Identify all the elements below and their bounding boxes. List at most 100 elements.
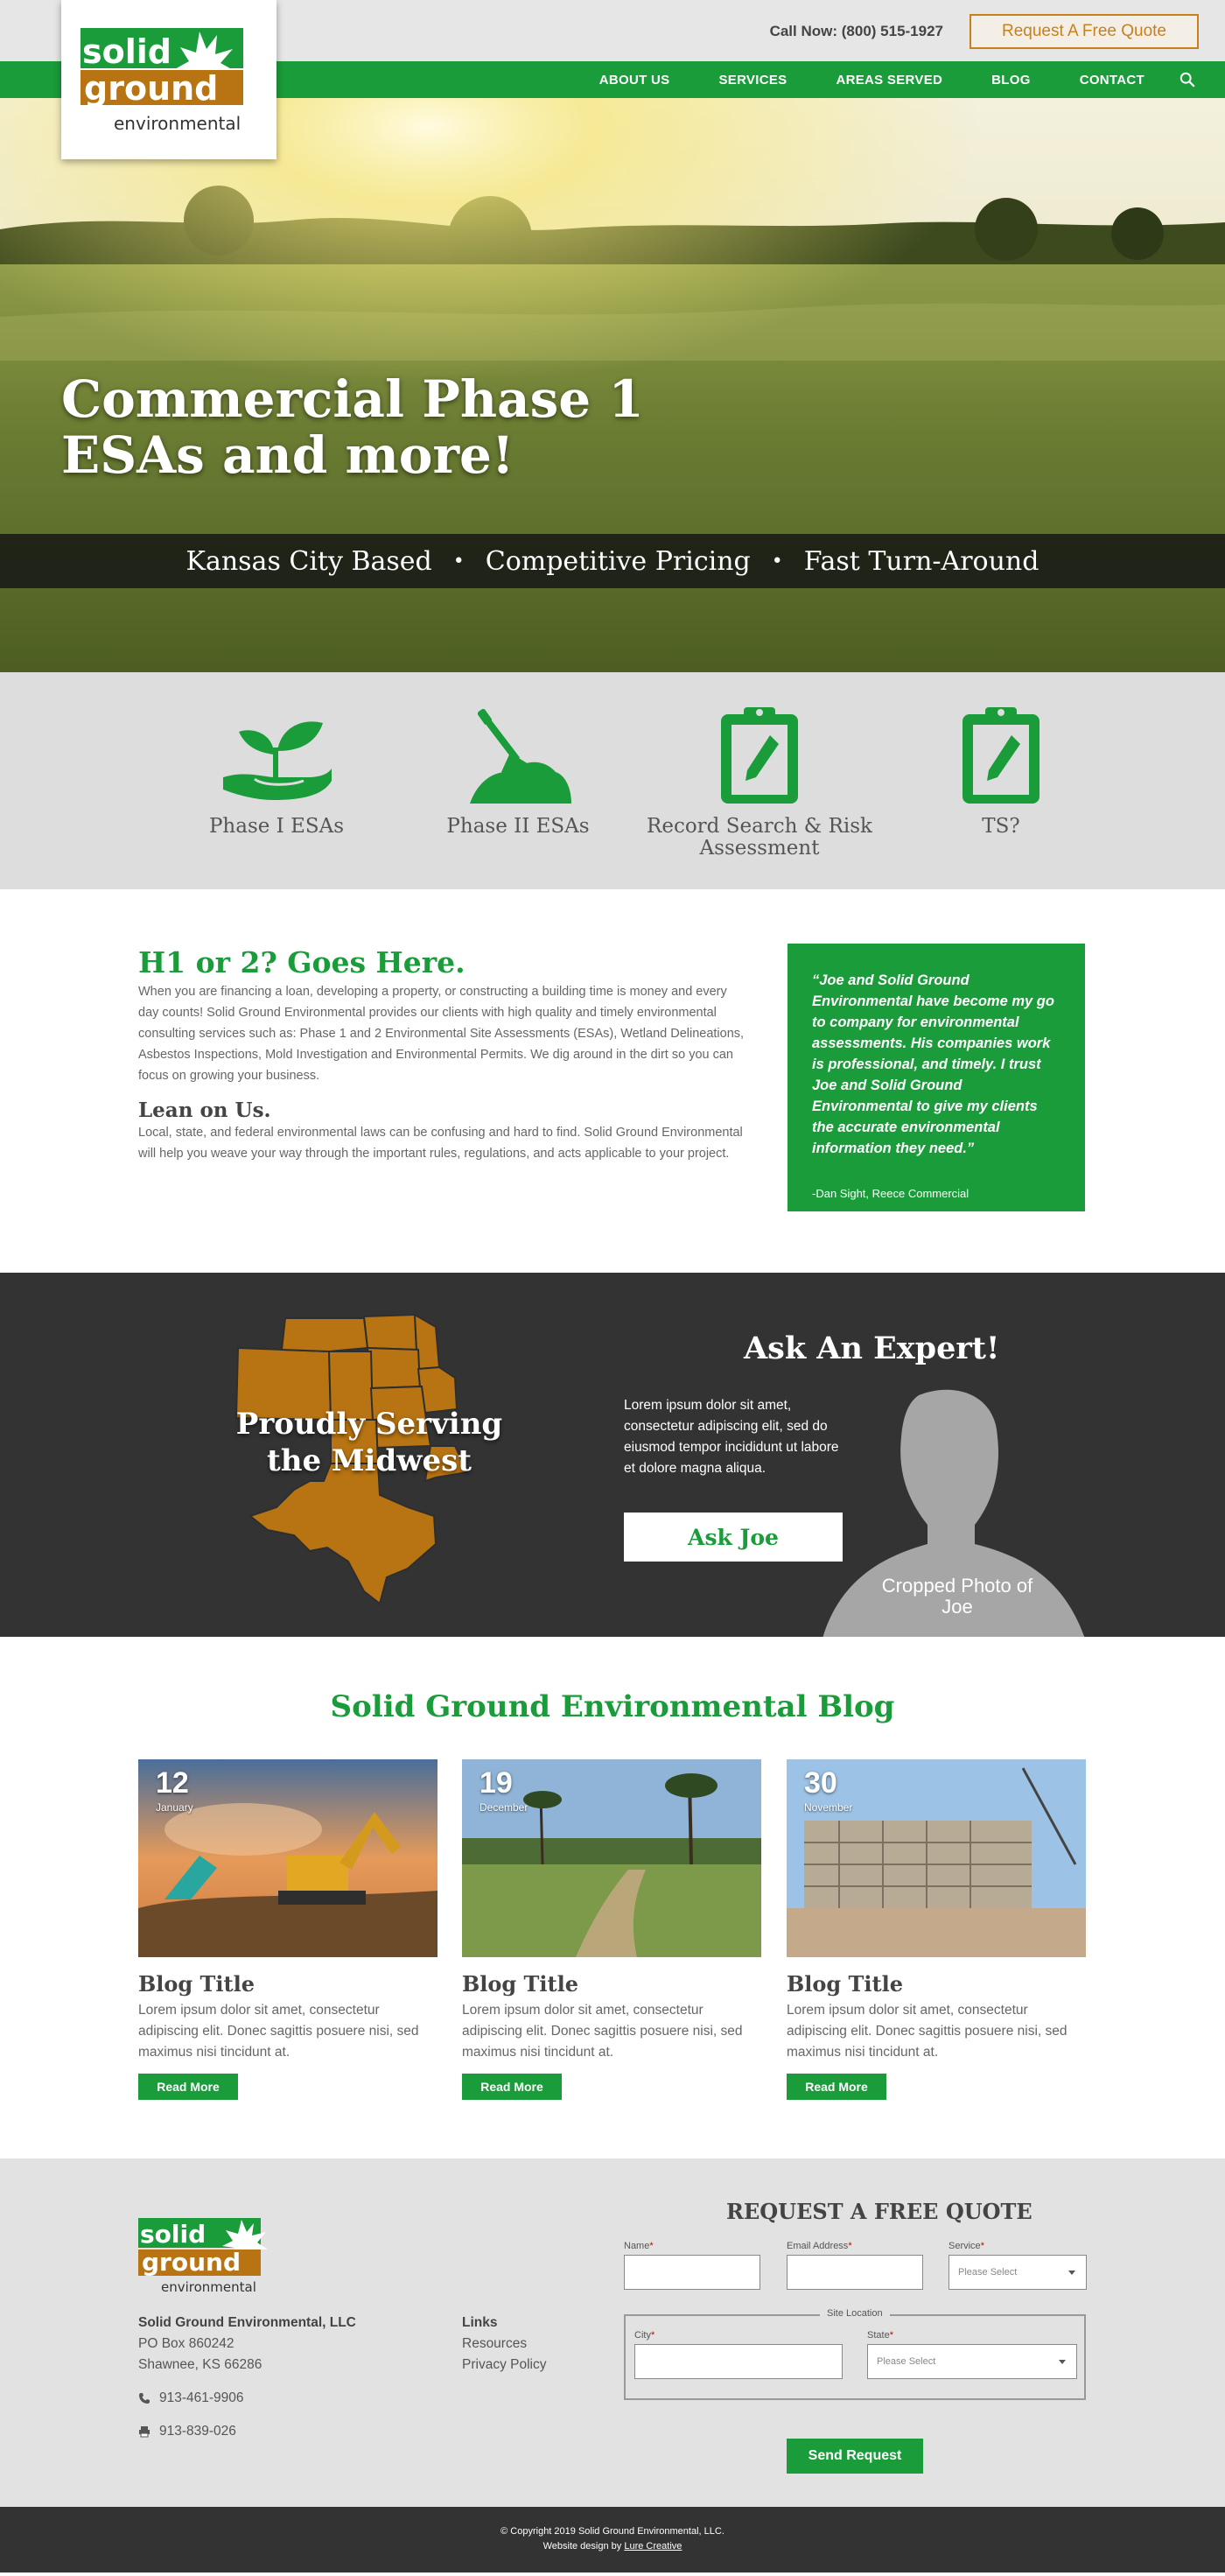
svg-text:solid: solid (140, 2220, 206, 2249)
highlight-kansas-city: Kansas City Based (186, 545, 432, 577)
service-record-search[interactable]: Record Search & Risk Assessment (639, 672, 880, 889)
main-nav: ABOUT US SERVICES AREAS SERVED BLOG CONT… (550, 61, 1144, 98)
quote-form-title: REQUEST A FREE QUOTE (726, 2199, 1032, 2224)
highlight-turnaround: Fast Turn-Around (803, 545, 1040, 577)
service-label: TS? (982, 815, 1020, 838)
address-line-2: Shawnee, KS 66286 (138, 2357, 262, 2372)
post-month: November (804, 1801, 853, 1814)
ask-expert-text: Lorem ipsum dolor sit amet, consectetur … (624, 1398, 839, 1476)
logo-mark: solid ground environmental (80, 28, 243, 134)
phone-contact[interactable]: 913-461-9906 (138, 2388, 356, 2409)
post-month: December (480, 1801, 528, 1814)
blog-heading: Solid Ground Environmental Blog (330, 1689, 895, 1724)
highlight-pricing: Competitive Pricing (485, 545, 751, 577)
copyright-text: © Copyright 2019 Solid Ground Environmen… (500, 2526, 724, 2537)
blog-post: 30 November Blog Title Lorem ipsum dolor… (787, 1759, 1086, 2100)
service-ts[interactable]: TS? (880, 672, 1122, 889)
email-label: Email Address* (787, 2241, 852, 2251)
separator-dot: • (452, 550, 465, 572)
lean-on-us-heading: Lean on Us. (138, 1098, 271, 1122)
service-select[interactable]: Please Select (948, 2255, 1087, 2290)
post-excerpt: Lorem ipsum dolor sit amet, consectetur … (138, 2003, 419, 2060)
photo-caption: Cropped Photo of Joe (881, 1575, 1033, 1618)
read-more-button[interactable]: Read More (462, 2074, 562, 2100)
site-logo[interactable]: solid ground environmental (61, 0, 276, 159)
hero-banner: Commercial Phase 1 ESAs and more! Kansas… (0, 98, 1225, 672)
intro-copy: H1 or 2? Goes Here. When you are financi… (138, 945, 747, 1164)
site-header: Call Now: (800) 515-1927 Request A Free … (0, 0, 1225, 159)
service-phase-1[interactable]: Phase I ESAs (156, 672, 397, 889)
name-label: Name* (624, 2241, 654, 2251)
company-name: Solid Ground Environmental, LLC (138, 2315, 356, 2330)
testimonial-author: -Dan Sight, Reece Commercial (812, 1187, 970, 1200)
city-input[interactable] (634, 2344, 843, 2379)
blog-post-image[interactable]: 12 January (138, 1759, 438, 1957)
nav-about-us[interactable]: ABOUT US (599, 73, 670, 88)
ask-joe-button[interactable]: Ask Joe (624, 1513, 843, 1562)
state-select[interactable]: Please Select (867, 2344, 1077, 2379)
blog-post-image[interactable]: 30 November (787, 1759, 1086, 1957)
email-input[interactable] (787, 2255, 923, 2290)
seedling-hand-icon (223, 721, 332, 800)
design-credit: Website design by Lure Creative (542, 2541, 682, 2551)
proudly-serving-text: Proudly Serving the Midwest (235, 1407, 503, 1478)
blog-post-image[interactable]: 19 December (462, 1759, 761, 1957)
nav-areas-served[interactable]: AREAS SERVED (836, 73, 942, 88)
service-label: Service* (948, 2241, 984, 2251)
shovel-dirt-icon (470, 709, 571, 804)
post-month: January (156, 1801, 193, 1814)
site-location-legend: Site Location (820, 2308, 890, 2319)
testimonial-quote: “Joe and Solid Ground Environmental have… (812, 972, 1054, 1156)
send-request-button[interactable]: Send Request (787, 2439, 923, 2474)
blog-section: Solid Ground Environmental Blog 12 Janua… (0, 1637, 1225, 2158)
footer-logo[interactable]: solid ground environmental (138, 2218, 271, 2297)
svg-text:ground: ground (142, 2248, 241, 2277)
post-title[interactable]: Blog Title (138, 1971, 438, 1997)
fax-number: 913-839-026 (159, 2424, 236, 2439)
call-now-text[interactable]: Call Now: (800) 515-1927 (770, 23, 943, 40)
printer-icon (139, 2426, 150, 2438)
search-icon[interactable] (1180, 72, 1195, 88)
read-more-button[interactable]: Read More (787, 2074, 886, 2100)
blog-post: 12 January Blog Title Lorem ipsum dolor … (138, 1759, 438, 2100)
link-privacy-policy[interactable]: Privacy Policy (462, 2355, 546, 2376)
copyright-bar: © Copyright 2019 Solid Ground Environmen… (0, 2507, 1225, 2572)
service-label: Record Search & Risk Assessment (647, 815, 872, 860)
intro-heading: H1 or 2? Goes Here. (138, 945, 466, 979)
post-day: 30 (804, 1766, 837, 1800)
nav-blog[interactable]: BLOG (991, 73, 1031, 88)
phone-icon (139, 2393, 150, 2404)
name-input[interactable] (624, 2255, 760, 2290)
service-phase-2[interactable]: Phase II ESAs (397, 672, 639, 889)
blog-post: 19 December Blog Title Lorem ipsum dolor… (462, 1759, 761, 2100)
lure-creative-link[interactable]: Lure Creative (624, 2541, 682, 2551)
post-day: 19 (480, 1766, 513, 1800)
post-title[interactable]: Blog Title (462, 1971, 761, 1997)
svg-text:ground: ground (84, 69, 218, 108)
fax-contact: 913-839-026 (138, 2421, 356, 2442)
hero-highlights: Kansas City Based • Competitive Pricing … (0, 534, 1225, 588)
nav-services[interactable]: SERVICES (718, 73, 787, 88)
state-label: State* (867, 2330, 893, 2341)
city-label: City* (634, 2330, 655, 2341)
site-footer: solid ground environmental Solid Ground … (0, 2158, 1225, 2507)
intro-paragraph: When you are financing a loan, developin… (138, 985, 745, 1083)
post-title[interactable]: Blog Title (787, 1971, 1086, 1997)
footer-links: Links Resources Privacy Policy (462, 2313, 546, 2376)
clipboard-pencil-icon (962, 707, 1040, 804)
service-label: Phase I ESAs (208, 815, 345, 838)
lean-on-us-paragraph: Local, state, and federal environmental … (138, 1126, 743, 1161)
services-strip: Phase I ESAs Phase II ESAs Record Search… (0, 672, 1225, 889)
midwest-expert-section: Proudly Serving the Midwest Ask An Exper… (0, 1273, 1225, 1637)
separator-dot: • (771, 550, 783, 572)
hero-title: Commercial Phase 1 ESAs and more! (61, 369, 644, 485)
svg-text:environmental: environmental (161, 2279, 256, 2295)
link-resources[interactable]: Resources (462, 2334, 546, 2355)
request-quote-button[interactable]: Request A Free Quote (970, 14, 1199, 49)
read-more-button[interactable]: Read More (138, 2074, 238, 2100)
nav-contact[interactable]: CONTACT (1080, 73, 1144, 88)
post-excerpt: Lorem ipsum dolor sit amet, consectetur … (462, 2003, 743, 2060)
address-line-1: PO Box 860242 (138, 2336, 234, 2351)
ask-expert-title: Ask An Expert! (744, 1330, 1000, 1366)
svg-text:environmental: environmental (114, 113, 241, 134)
